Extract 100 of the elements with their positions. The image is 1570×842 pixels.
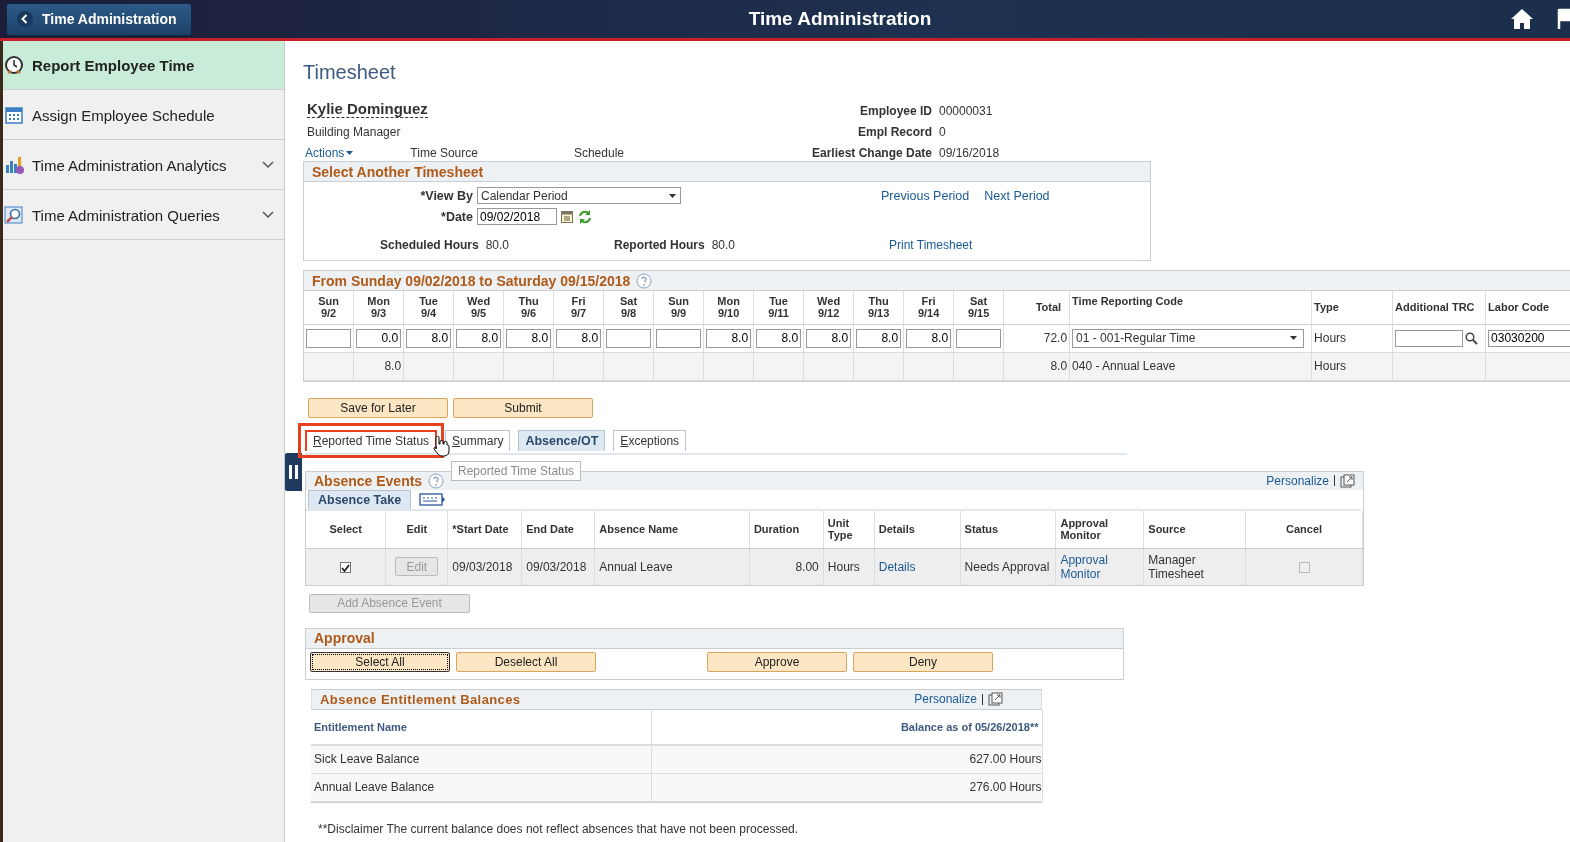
magnifier-icon: [4, 205, 24, 225]
table-cell: 09/03/2018: [452, 559, 513, 574]
hours-input[interactable]: 8.0: [506, 328, 552, 348]
hours-input[interactable]: 0.0: [356, 328, 402, 348]
employee-name[interactable]: Kylie Dominguez: [307, 100, 428, 118]
action-button[interactable]: Select All: [310, 651, 450, 672]
previous-period-link[interactable]: Previous Period: [881, 188, 970, 203]
personalize-link[interactable]: Personalize: [1266, 473, 1329, 488]
action-button[interactable]: Deselect All: [456, 651, 596, 672]
back-icon: [17, 11, 33, 27]
column-header: Absence Name: [594, 510, 750, 549]
table-cell: 8.00: [795, 559, 819, 574]
hours-input[interactable]: 8.0: [456, 328, 502, 348]
chevron-down-icon[interactable]: [262, 161, 274, 169]
disclaimer-text: **Disclaimer The current balance does not reflect absences that have not been processed.: [318, 821, 799, 836]
table-cell: Sick Leave Balance: [314, 752, 420, 766]
column-header: Type: [1311, 291, 1393, 324]
column-header: Edit: [385, 510, 448, 549]
field-value: 0: [938, 125, 947, 139]
action-button[interactable]: Submit: [453, 397, 593, 418]
hours-input[interactable]: 8.0: [406, 328, 452, 348]
day-header: Mon 9/10: [703, 291, 754, 324]
tab[interactable]: Absence/OT: [518, 429, 606, 451]
view-by-dropdown[interactable]: Calendar Period: [477, 187, 681, 204]
section-title: Select Another Timesheet: [312, 163, 484, 180]
pause-bars-icon: [289, 465, 298, 479]
section-title: Approval: [314, 630, 375, 646]
home-icon[interactable]: [1510, 7, 1534, 31]
action-button[interactable]: Save for Later: [308, 397, 448, 418]
table-cell: Hours: [827, 559, 860, 574]
chevron-down-icon[interactable]: [262, 211, 274, 219]
action-button[interactable]: Approve: [707, 651, 847, 672]
field-value: 80.0: [485, 238, 510, 252]
tooltip: Reported Time Status: [451, 460, 582, 481]
details-link[interactable]: Details: [878, 559, 916, 574]
field-value: 00000031: [938, 104, 994, 118]
labor-code-field[interactable]: 03030200: [1488, 329, 1570, 347]
page-title: Timesheet: [303, 61, 396, 84]
hours-input[interactable]: [656, 328, 702, 348]
sidebar-item[interactable]: Assign Employee Schedule: [3, 91, 284, 140]
next-period-link[interactable]: Next Period: [984, 188, 1050, 203]
hours-input[interactable]: 8.0: [706, 328, 752, 348]
sidebar-item[interactable]: Report Employee Time: [3, 41, 284, 90]
tab[interactable]: Summary: [445, 429, 511, 451]
day-header: Wed 9/5: [453, 291, 504, 324]
column-header: Balance as of 05/26/2018**: [651, 709, 1042, 745]
grid-view-icon[interactable]: [419, 492, 447, 506]
caret-icon: [345, 149, 355, 157]
new-window-icon[interactable]: [988, 692, 1003, 706]
trc-value: 040 - Annual Leave: [1072, 359, 1176, 373]
hours-input[interactable]: [306, 328, 352, 348]
day-header: Tue 9/4: [403, 291, 454, 324]
hours-input[interactable]: 8.0: [856, 328, 902, 348]
search-icon[interactable]: [1465, 331, 1479, 345]
day-header: Mon 9/3: [353, 291, 404, 324]
hours-input[interactable]: [606, 328, 652, 348]
additional-trc-field[interactable]: [1395, 329, 1464, 347]
column-header: *Start Date: [447, 510, 522, 549]
tab[interactable]: Exceptions: [613, 429, 687, 451]
hours-input[interactable]: 8.0: [906, 328, 952, 348]
sidebar-item[interactable]: Time Administration Analytics: [3, 141, 284, 190]
trc-dropdown[interactable]: 01 - 001-Regular Time: [1072, 328, 1305, 348]
page-header-title: Time Administration: [748, 8, 932, 29]
column-header: Approval Monitor: [1055, 510, 1144, 549]
day-header: Sun 9/2: [304, 291, 354, 324]
refresh-icon[interactable]: [577, 208, 593, 225]
back-button[interactable]: Time Administration: [6, 2, 192, 36]
new-window-icon[interactable]: [1340, 473, 1355, 488]
date-field[interactable]: 09/02/2018: [477, 208, 557, 225]
day-header: Wed 9/12: [803, 291, 854, 324]
personalize-link[interactable]: Personalize: [914, 692, 977, 706]
field-label: Reported Hours: [614, 238, 705, 252]
day-header: Fri 9/7: [553, 291, 604, 324]
calendar-icon[interactable]: [561, 210, 573, 223]
hours-input[interactable]: 8.0: [556, 328, 602, 348]
hours-input[interactable]: 8.0: [756, 328, 802, 348]
field-label: Employee ID: [858, 104, 932, 118]
section-title: Absence Entitlement Balances: [320, 691, 521, 707]
column-header: Entitlement Name: [311, 709, 651, 745]
hours-input[interactable]: [956, 328, 1002, 348]
column-header: Time Reporting Code: [1069, 291, 1312, 324]
total-value: 8.0: [1050, 359, 1068, 373]
sidebar-item[interactable]: Time Administration Queries: [3, 191, 284, 240]
day-header: Fri 9/14: [903, 291, 954, 324]
hours-input[interactable]: 8.0: [806, 328, 852, 348]
hours-value: 8.0: [384, 359, 402, 373]
table-cell: Annual Leave Balance: [314, 780, 435, 794]
print-timesheet-link[interactable]: Print Timesheet: [889, 238, 973, 252]
schedule-label: Schedule: [573, 146, 624, 160]
panel-toggle-button[interactable]: [285, 453, 302, 491]
table-cell-text: Manager Timesheet: [1148, 552, 1205, 581]
actions-menu[interactable]: Actions: [305, 146, 355, 160]
field-label: *Date: [440, 209, 474, 224]
table-cell: 276.00 Hours: [969, 780, 1042, 794]
action-button[interactable]: Deny: [853, 651, 993, 672]
bar-chart-icon: [4, 155, 24, 175]
field-value: 09/16/2018: [938, 146, 1000, 160]
field-value: 80.0: [711, 238, 736, 252]
column-header: Duration: [749, 510, 824, 549]
checkbox[interactable]: [340, 562, 352, 574]
